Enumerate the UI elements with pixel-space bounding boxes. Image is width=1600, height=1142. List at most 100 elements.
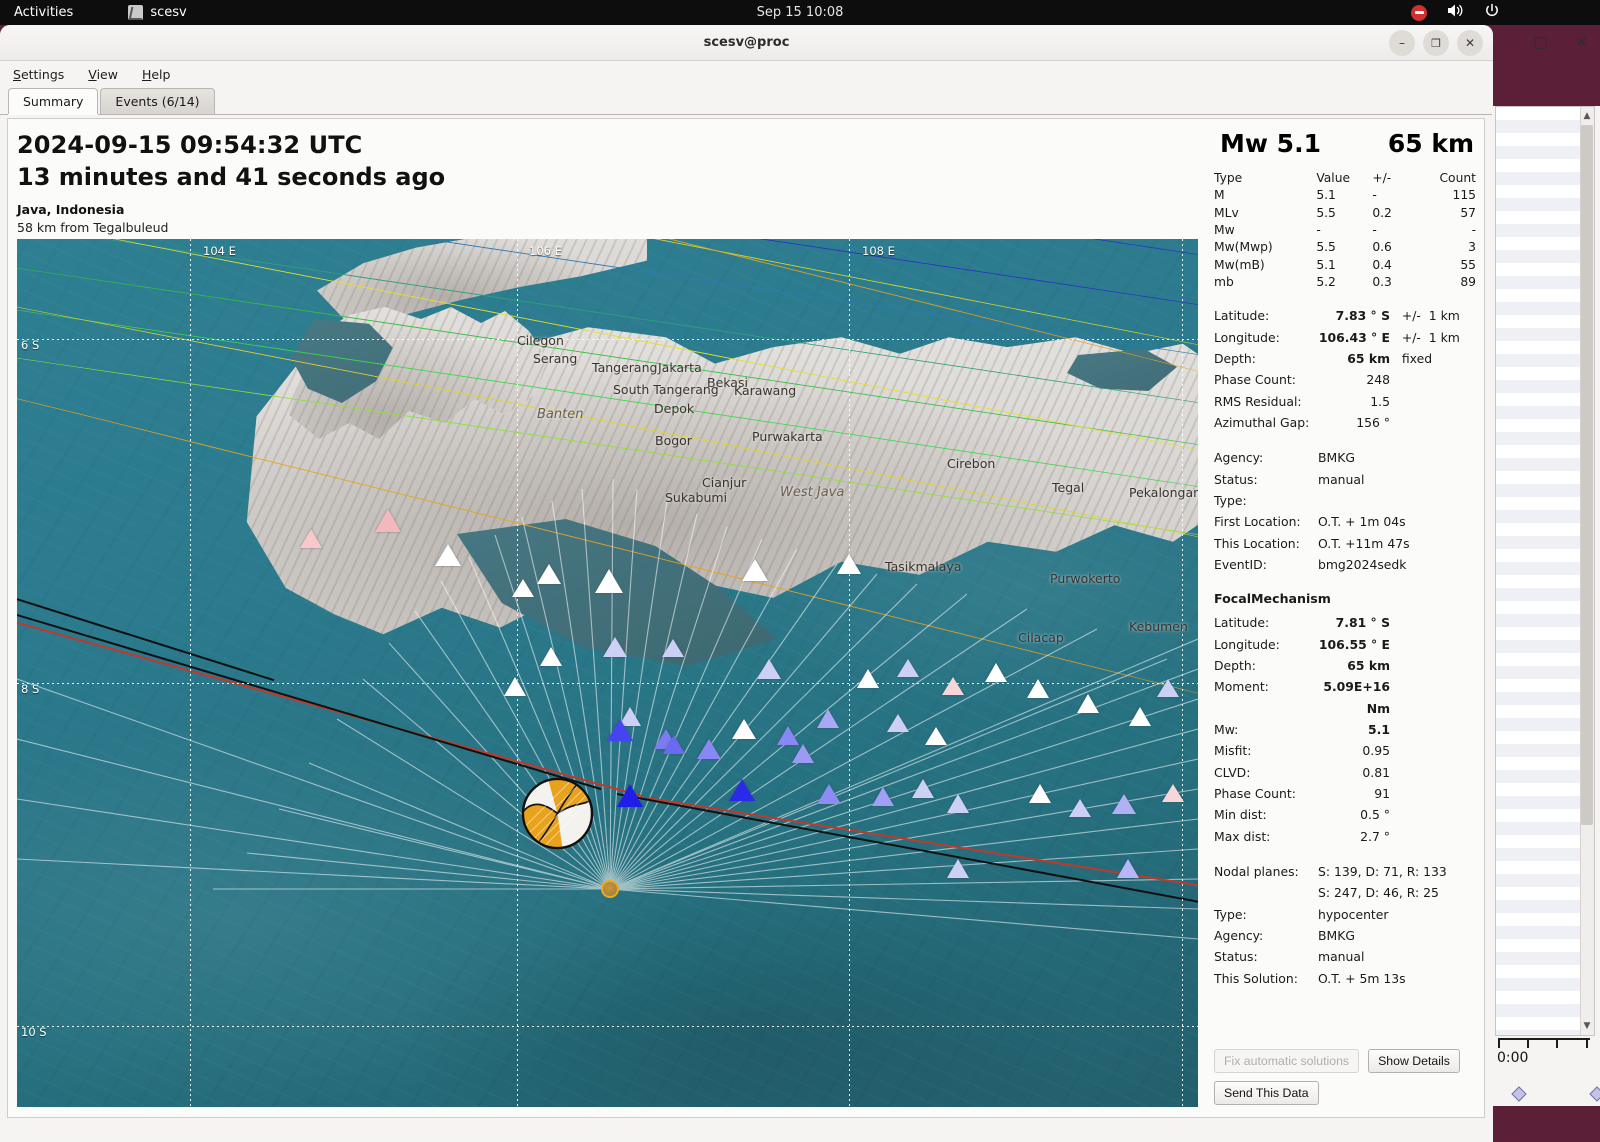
station-marker[interactable]	[872, 787, 894, 806]
graticule-lon-110e	[1182, 239, 1183, 1107]
station-marker[interactable]	[1069, 799, 1091, 817]
tab-bar: Summary Events (6/14)	[0, 87, 1493, 115]
graticule-label: 10 S	[21, 1025, 47, 1039]
station-marker[interactable]	[817, 784, 841, 804]
field-label: Agency:	[1214, 927, 1264, 943]
magnitude-error: 0.4	[1372, 257, 1392, 272]
station-marker[interactable]	[1029, 784, 1051, 803]
station-marker[interactable]	[897, 659, 919, 677]
nodal-plane-value: S: 247, D: 46, R: 25	[1318, 885, 1439, 901]
focal-field: Phase Count: 91	[1212, 783, 1478, 804]
focal-provenance-field: This Solution: O.T. + 5m 13s	[1212, 968, 1478, 989]
station-marker[interactable]	[942, 677, 964, 695]
send-button-row: Send This Data	[1214, 1081, 1319, 1105]
station-marker[interactable]	[1027, 679, 1049, 698]
city-label: Karawang	[734, 383, 797, 398]
station-marker[interactable]	[504, 677, 526, 696]
activities-button[interactable]: Activities	[14, 5, 73, 20]
station-marker[interactable]	[1162, 784, 1184, 802]
station-marker[interactable]	[663, 735, 685, 754]
do-not-disturb-icon[interactable]	[1411, 4, 1427, 21]
event-nearest-place: 58 km from Tegalbuleud	[17, 219, 169, 235]
origin-provenance: Agency: BMKG Status: manual Type: First Locat…	[1212, 447, 1478, 575]
station-marker[interactable]	[300, 529, 322, 548]
tab-events[interactable]: Events (6/14)	[100, 88, 215, 114]
tab-summary[interactable]: Summary	[8, 88, 99, 114]
station-marker[interactable]	[837, 554, 861, 574]
station-marker[interactable]	[1117, 859, 1139, 878]
provenance-field: First Location: O.T. + 1m 04s	[1212, 511, 1478, 532]
desktop-window-controls: □ ✕	[1533, 33, 1588, 51]
station-marker[interactable]	[540, 647, 562, 666]
station-marker[interactable]	[603, 637, 627, 657]
station-marker[interactable]	[537, 564, 561, 584]
station-marker[interactable]	[777, 726, 799, 745]
station-marker[interactable]	[925, 727, 947, 745]
minimize-button[interactable]: –	[1389, 30, 1415, 56]
station-marker[interactable]	[887, 714, 909, 732]
station-marker[interactable]	[512, 579, 534, 597]
station-marker[interactable]	[1157, 679, 1179, 697]
graticule-lon-106e	[517, 239, 518, 1107]
volume-icon[interactable]	[1447, 3, 1464, 22]
station-marker[interactable]	[792, 744, 814, 763]
depth-value: 65 km	[1387, 129, 1474, 158]
send-this-data-button[interactable]: Send This Data	[1214, 1081, 1319, 1105]
station-marker[interactable]	[435, 544, 461, 566]
scrollbar-thumb[interactable]	[1581, 125, 1593, 825]
desktop-close-button[interactable]: ✕	[1575, 33, 1588, 51]
waveform-scrollbar[interactable]: ▲ ▼	[1580, 107, 1594, 1035]
station-marker[interactable]	[732, 719, 756, 739]
station-marker[interactable]	[662, 639, 684, 657]
magnitude-count: 55	[1460, 257, 1476, 272]
scroll-down-icon[interactable]: ▼	[1581, 1018, 1593, 1034]
active-app-indicator[interactable]: scesv	[128, 5, 187, 20]
magnitude-row: M 5.1 - 115	[1214, 187, 1480, 204]
station-marker[interactable]	[375, 509, 401, 532]
station-marker[interactable]	[742, 559, 768, 581]
close-button[interactable]: ✕	[1457, 30, 1483, 56]
scroll-up-icon[interactable]: ▲	[1581, 108, 1593, 124]
station-marker[interactable]	[697, 739, 721, 759]
station-marker[interactable]	[985, 663, 1007, 682]
field-value: O.T. +11m 47s	[1318, 535, 1410, 551]
menu-view[interactable]: View	[84, 65, 122, 84]
power-icon[interactable]	[1484, 3, 1500, 23]
field-suffix: +/- 1 km	[1394, 308, 1460, 324]
menu-help[interactable]: Help	[138, 65, 175, 84]
station-marker[interactable]	[1077, 694, 1099, 713]
station-marker[interactable]	[607, 719, 633, 741]
maximize-button[interactable]: ❐	[1423, 30, 1449, 56]
magnitude-count: 115	[1452, 188, 1476, 203]
menu-bar: SSettingsettings View Help	[0, 61, 1493, 87]
station-marker[interactable]	[947, 859, 969, 878]
field-label: Type:	[1214, 906, 1247, 922]
system-clock[interactable]: Sep 15 10:08	[757, 5, 844, 20]
desktop-maximize-button[interactable]: □	[1533, 33, 1547, 51]
station-marker[interactable]	[1112, 794, 1136, 814]
field-label: CLVD:	[1214, 764, 1251, 780]
station-marker[interactable]	[947, 794, 969, 813]
station-marker[interactable]	[817, 709, 839, 728]
station-marker[interactable]	[912, 779, 934, 798]
station-marker[interactable]	[595, 569, 623, 593]
station-marker[interactable]	[857, 669, 879, 688]
epicenter-marker[interactable]	[601, 880, 619, 898]
station-marker[interactable]	[757, 659, 781, 679]
station-marker[interactable]	[1129, 707, 1151, 726]
magnitude-error: -	[1372, 223, 1377, 238]
provenance-field: EventID: bmg2024sedk	[1212, 554, 1478, 575]
origin-field: Latitude: 7.83 ° S +/- 1 km	[1212, 305, 1478, 326]
field-value: manual	[1318, 949, 1365, 965]
focal-mechanism-beachball[interactable]	[520, 776, 595, 851]
station-marker[interactable]	[617, 784, 643, 807]
field-value: 1.5	[1370, 393, 1390, 409]
station-marker[interactable]	[729, 779, 755, 801]
fix-automatic-solutions-button[interactable]: Fix automatic solutions	[1214, 1049, 1360, 1073]
event-map[interactable]: 104 E 106 E 108 E 6 S 8 S 10 S Cilegon Serang T…	[17, 239, 1198, 1107]
show-details-button[interactable]: Show Details	[1368, 1049, 1460, 1073]
focal-provenance-field: Type: hypocenter	[1212, 904, 1478, 925]
waveform-trace-list[interactable]: ▲ ▼	[1495, 106, 1595, 1036]
trace-marker-icon-left	[1508, 1082, 1530, 1102]
menu-settings[interactable]: SSettingsettings	[9, 65, 68, 84]
